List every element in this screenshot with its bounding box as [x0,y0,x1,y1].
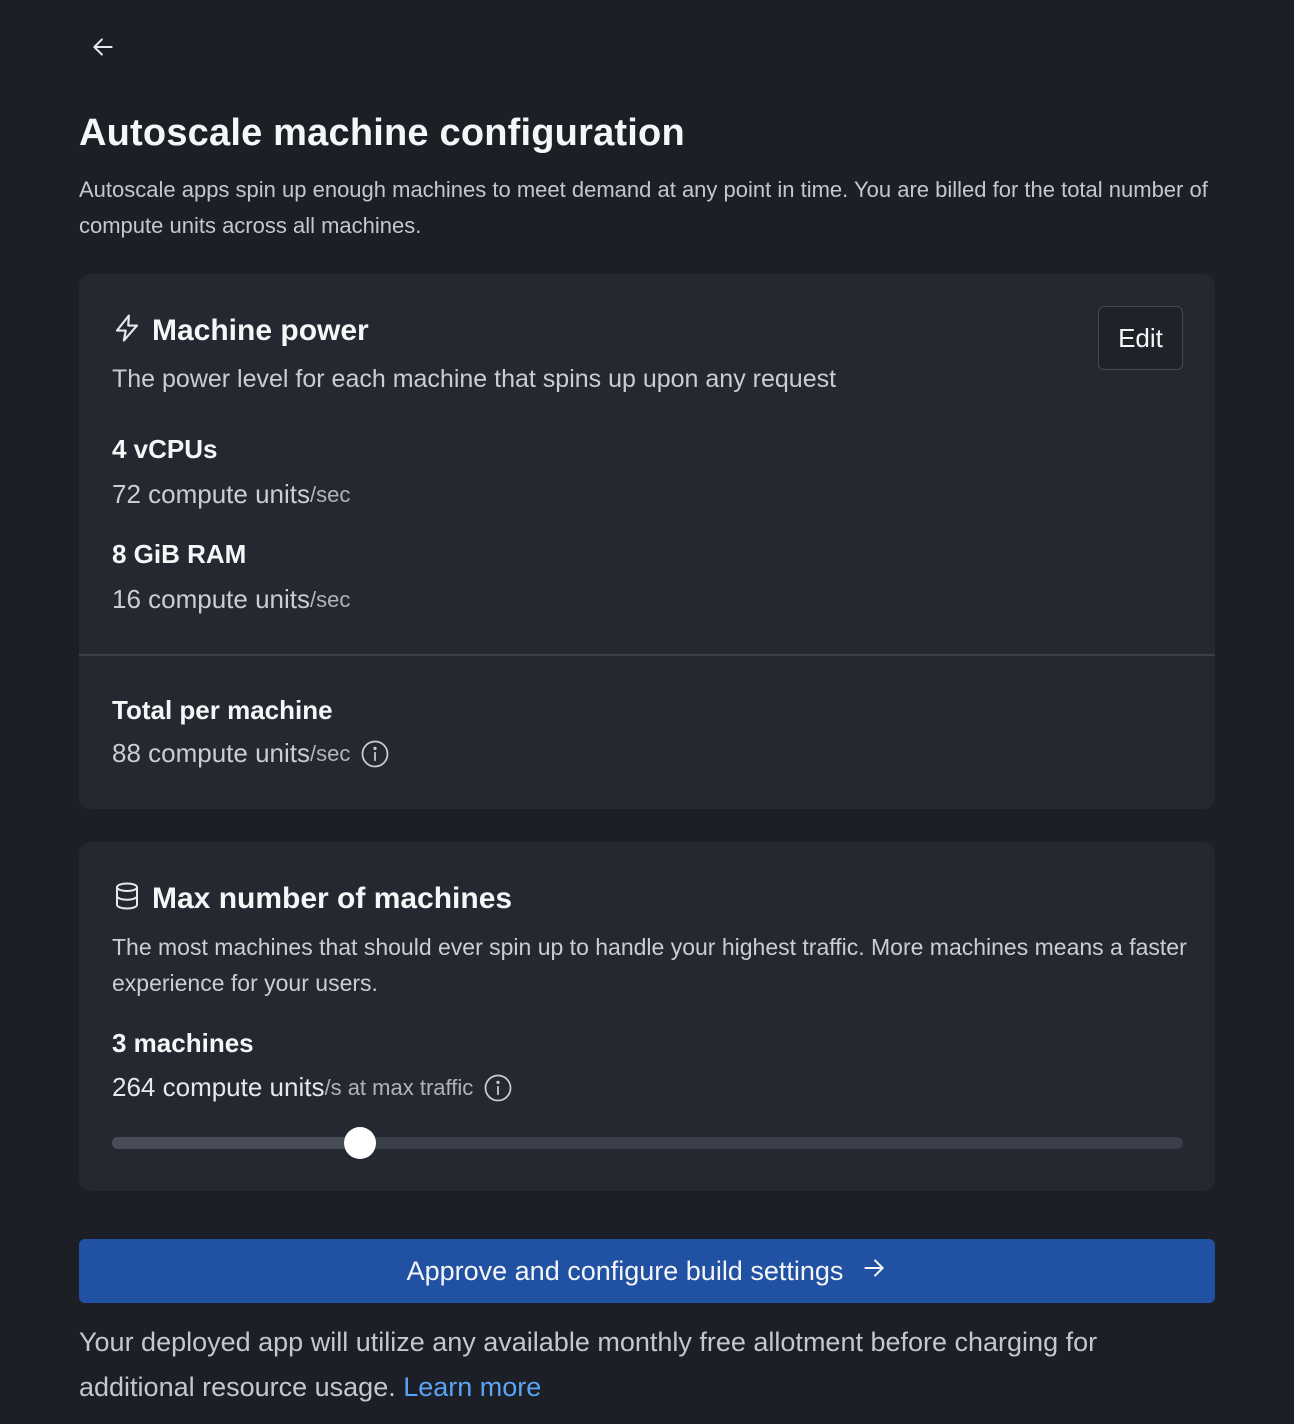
footer-note-text: Your deployed app will utilize any avail… [79,1327,1098,1402]
autoscale-config-page: Autoscale machine configuration Autoscal… [0,0,1294,1424]
total-compute: 88 compute units /sec [112,738,390,769]
cpu-compute-unit: /sec [310,481,351,507]
total-compute-unit: /sec [310,740,351,766]
machine-power-description: The power level for each machine that sp… [112,365,837,393]
machines-slider[interactable] [112,1127,1183,1159]
max-compute-unit: /s at max traffic [324,1074,474,1100]
machine-power-header: Machine power [112,312,369,349]
page-subtitle: Autoscale apps spin up enough machines t… [79,177,1208,238]
approve-button[interactable]: Approve and configure build settings [79,1239,1215,1303]
ram-label: 8 GiB RAM [112,539,247,569]
arrow-left-icon [90,34,116,65]
machine-power-card: Machine power Edit The power level for e… [79,274,1215,809]
edit-button[interactable]: Edit [1098,306,1183,370]
footer-note: Your deployed app will utilize any avail… [79,1320,1219,1410]
cpu-label: 4 vCPUs [112,434,218,464]
ram-compute: 16 compute units /sec [112,584,350,615]
max-compute: 264 compute units /s at max traffic [112,1072,513,1103]
approve-button-label: Approve and configure build settings [406,1255,844,1286]
back-button[interactable] [86,32,120,66]
slider-fill [112,1137,361,1149]
cpu-compute: 72 compute units /sec [112,479,350,510]
arrow-right-icon [861,1255,887,1288]
total-compute-value: 88 compute units [112,738,311,768]
info-icon[interactable] [360,739,390,769]
machine-power-title: Machine power [152,313,369,347]
max-compute-value: 264 compute units [112,1072,325,1102]
learn-more-link[interactable]: Learn more [403,1372,541,1402]
ram-compute-unit: /sec [310,586,351,612]
cpu-compute-value: 72 compute units [112,479,311,509]
divider [79,654,1215,656]
lightning-icon [112,312,142,349]
info-icon[interactable] [483,1073,513,1103]
total-label: Total per machine [112,695,333,725]
max-machines-card: Max number of machines The most machines… [79,842,1215,1191]
max-machines-header: Max number of machines [112,880,512,917]
max-machines-description: The most machines that should ever spin … [112,934,1187,996]
max-machines-title: Max number of machines [152,881,513,915]
database-icon [112,880,142,917]
ram-compute-value: 16 compute units [112,584,311,614]
machines-count-label: 3 machines [112,1028,254,1058]
slider-thumb[interactable] [344,1127,377,1159]
page-title: Autoscale machine configuration [79,112,685,154]
